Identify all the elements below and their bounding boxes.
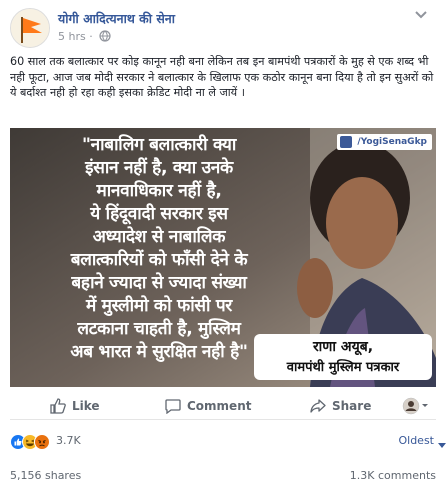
caption-description: वामपंथी मुस्लिम पत्रकार [286, 360, 400, 375]
quote-line: बलात्कारियों को फाँसी देने के [70, 250, 248, 270]
comment-label: Comment [187, 399, 252, 413]
reactions-bar: 3.7K Oldest [10, 430, 446, 454]
share-arrow-icon [310, 399, 326, 413]
post-body-text: 60 साल तक बलात्कार पर कोइ कानून नही बना … [10, 55, 434, 99]
reaction-count[interactable]: 3.7K [56, 434, 81, 447]
page-name-link[interactable]: योगी आदित्यनाथ की सेना [58, 10, 175, 27]
page-avatar[interactable] [10, 8, 50, 48]
quote-line: मानवाधिकार नहीं है, [96, 181, 222, 201]
handle-text: /YogiSenaGkp [357, 137, 427, 147]
comment-icon [165, 399, 181, 414]
image-quote-text: "नाबालिग बलात्कारी क्या इंसान नहीं है, क… [14, 134, 304, 364]
viewer-avatar-selector[interactable] [402, 396, 430, 416]
stats-bar: 5,156 shares 1.3K comments [10, 466, 436, 486]
reaction-icons[interactable] [10, 434, 58, 450]
angry-reaction-icon [34, 434, 50, 450]
action-bar: Like Comment Share [10, 392, 436, 420]
quote-line: "नाबालिग बलात्कारी क्या [81, 135, 237, 155]
quote-line: ये हिंदूवादी सरकार इस [90, 204, 228, 224]
caret-down-icon [438, 443, 446, 448]
chevron-down-icon[interactable] [414, 10, 428, 20]
caption-name: राणा अयूब, [312, 339, 374, 355]
share-button[interactable]: Share [310, 396, 380, 416]
facebook-icon [340, 136, 353, 148]
globe-icon [99, 30, 111, 42]
share-label: Share [332, 399, 372, 413]
comments-count-link[interactable]: 1.3K comments [350, 469, 436, 482]
like-button[interactable]: Like [50, 396, 110, 416]
quote-line: बहाने ज्यादा से ज्यादा संख्या [71, 273, 247, 293]
thumbs-up-icon [50, 398, 66, 414]
image-caption-box: राणा अयूब, वामपंथी मुस्लिम पत्रकार [254, 334, 432, 380]
saffron-flag-icon [11, 9, 49, 47]
comment-sort-select[interactable]: Oldest [398, 434, 446, 448]
quote-line: में मुस्लीमो को फांसी पर [85, 296, 233, 316]
page-handle-tag: /YogiSenaGkp [337, 134, 432, 150]
comment-button[interactable]: Comment [165, 396, 255, 416]
shares-count-link[interactable]: 5,156 shares [10, 469, 81, 482]
post-image[interactable]: "नाबालिग बलात्कारी क्या इंसान नहीं है, क… [10, 128, 436, 387]
like-label: Like [72, 399, 100, 413]
sort-label: Oldest [398, 434, 434, 447]
quote-line: अध्यादेश से नाबालिक [92, 227, 226, 247]
post-header: योगी आदित्यनाथ की सेना 5 hrs · [10, 8, 436, 48]
quote-line: इंसान नहीं है, क्या उनके [85, 158, 233, 178]
post-timestamp[interactable]: 5 hrs · [58, 30, 93, 43]
